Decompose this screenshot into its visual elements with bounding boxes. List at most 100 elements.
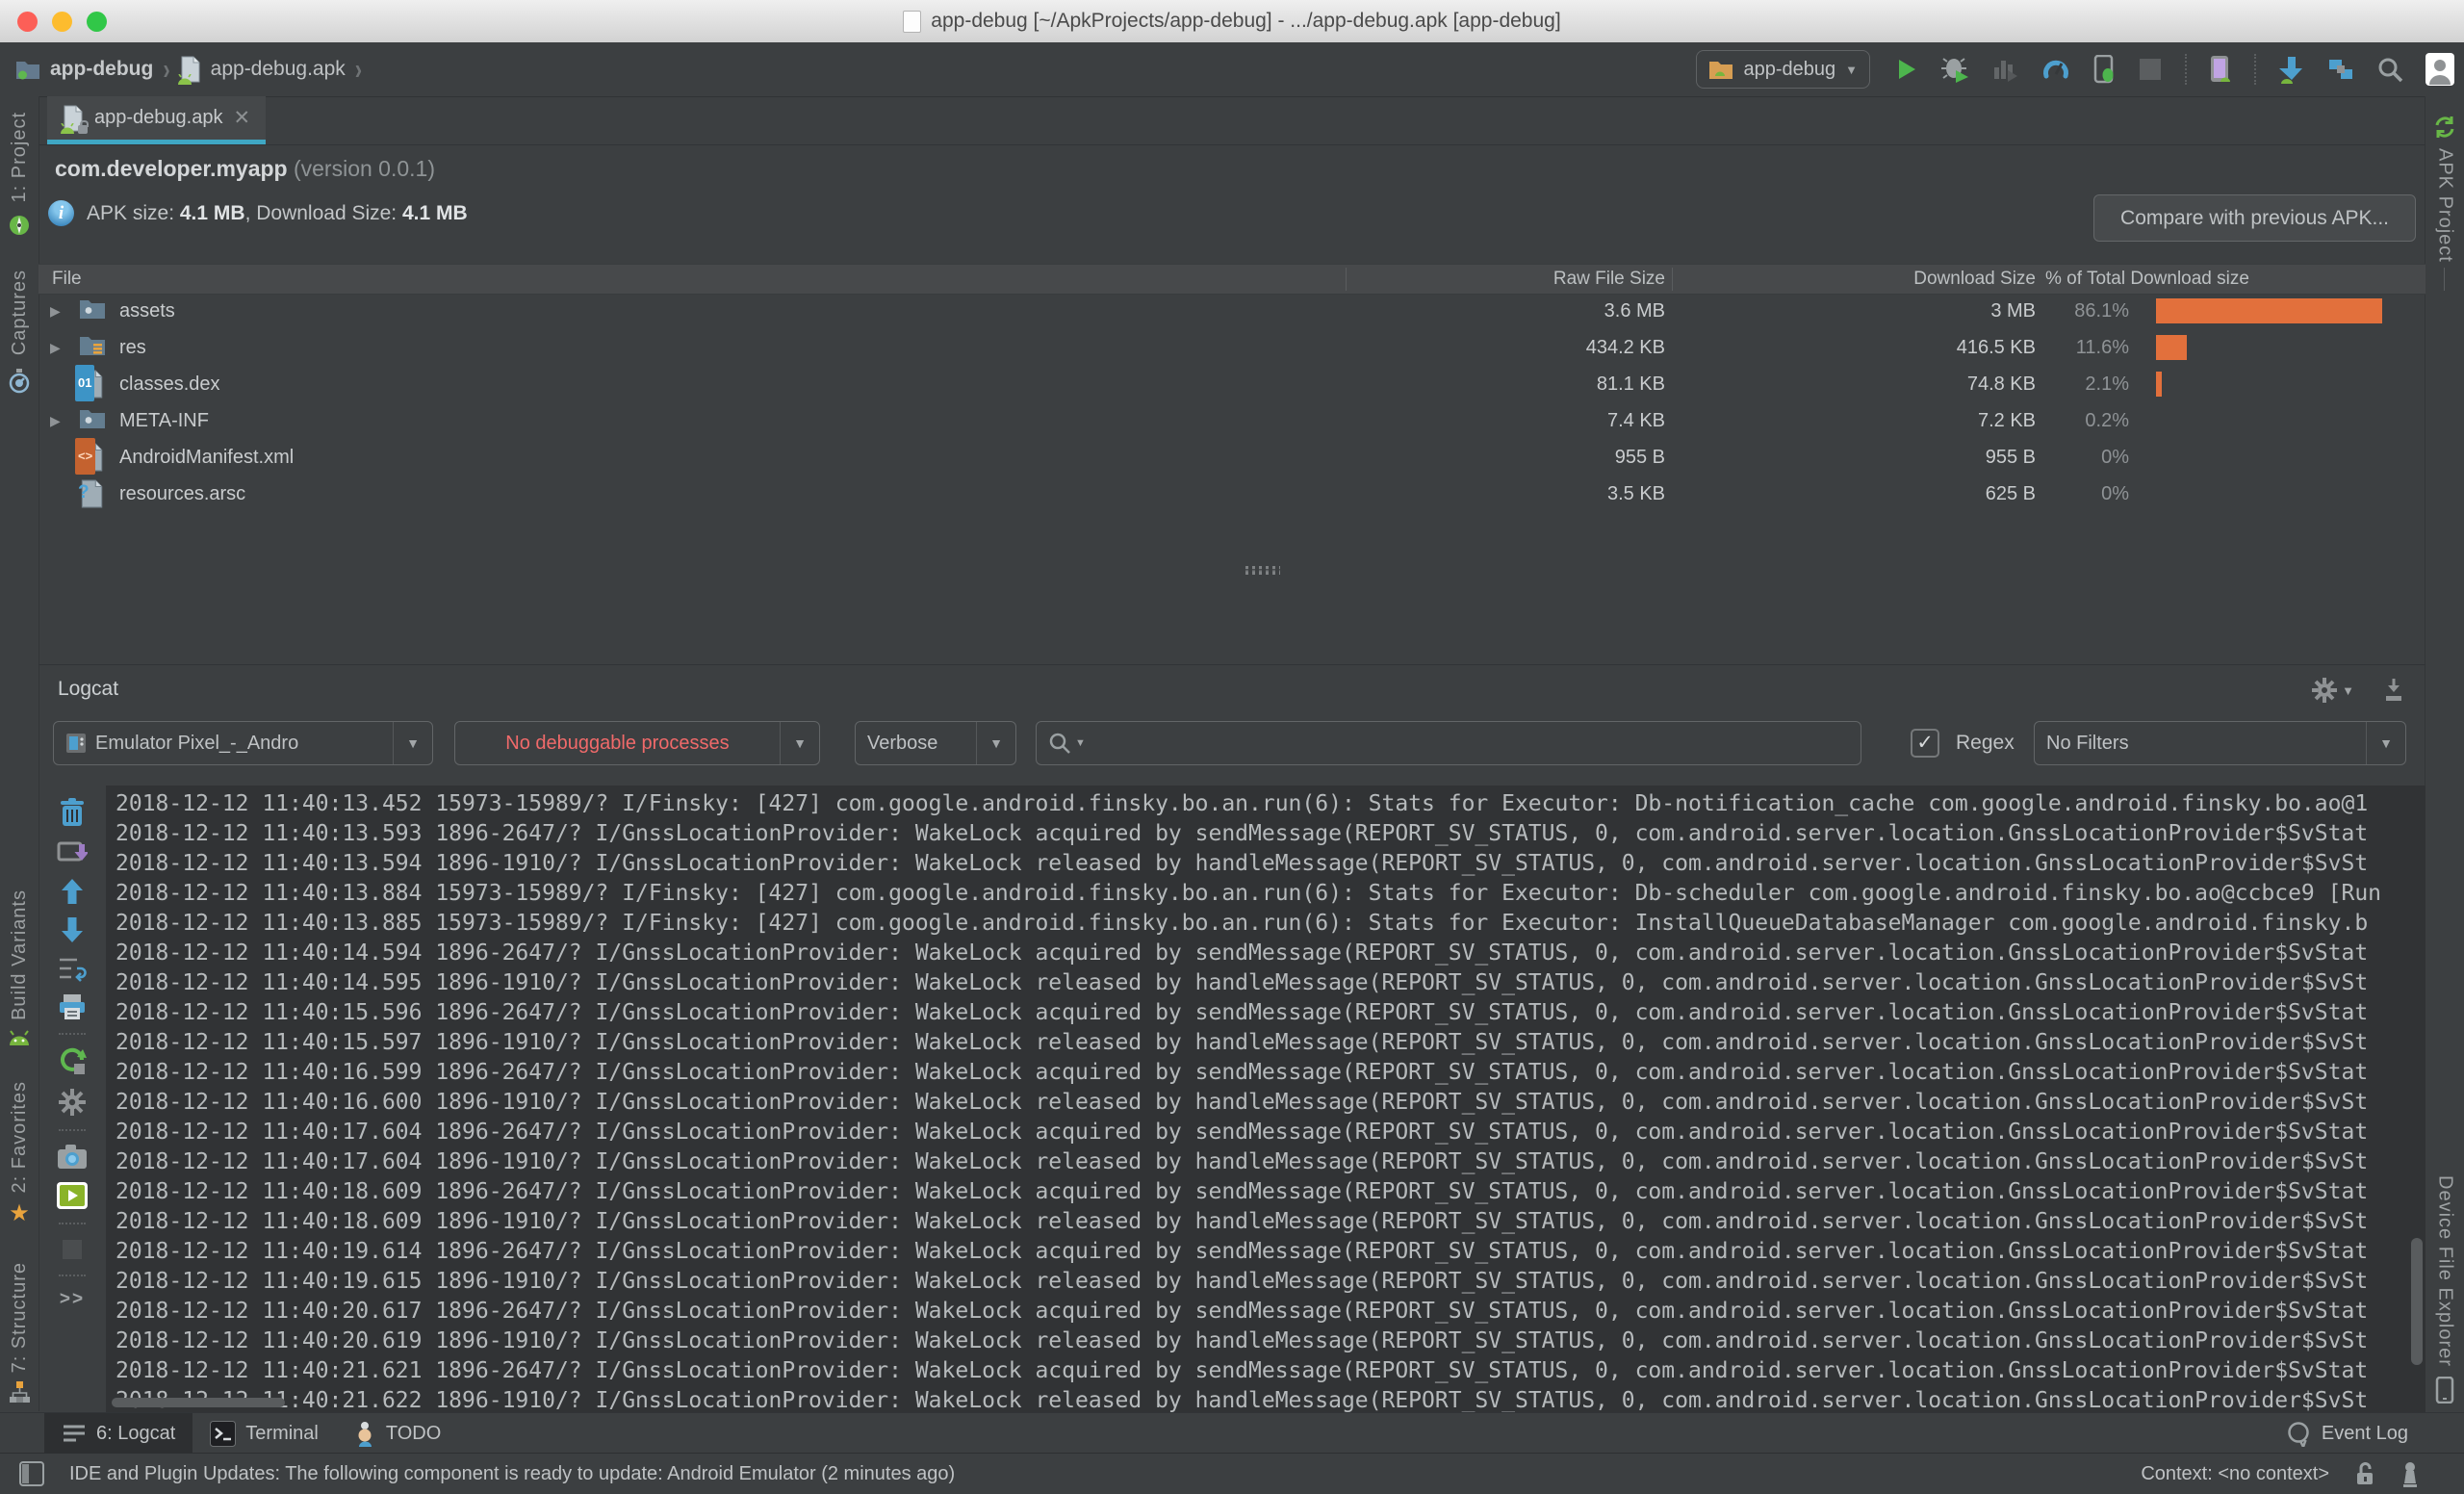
inspections-profile-icon[interactable] bbox=[2400, 1461, 2420, 1487]
table-row[interactable]: 01classes.dex81.1 KB74.8 KB2.1% bbox=[38, 366, 2426, 402]
expand-arrow-icon[interactable]: ▶ bbox=[50, 402, 61, 439]
profile-button[interactable] bbox=[1992, 54, 2019, 85]
stop-disabled-button[interactable] bbox=[60, 1237, 85, 1262]
log-line: 2018-12-12 11:40:15.597 1896-1910/? I/Gn… bbox=[116, 1028, 2426, 1058]
context-indicator[interactable]: Context: <no context> bbox=[2141, 1463, 2329, 1485]
breadcrumb-file[interactable]: app-debug.apk bbox=[211, 58, 346, 81]
apk-file-icon bbox=[180, 56, 201, 83]
android-profiler-button[interactable] bbox=[2041, 54, 2070, 85]
screenshot-button[interactable] bbox=[57, 1144, 88, 1170]
raw-file-size: 3.6 MB bbox=[1604, 293, 1665, 329]
column-raw-file-size[interactable]: Raw File Size bbox=[1553, 265, 1665, 294]
android-studio-window: app-debug [~/ApkProjects/app-debug] - ..… bbox=[0, 0, 2464, 1494]
download-size: 74.8 KB bbox=[1967, 366, 2036, 402]
percent-bar bbox=[2156, 372, 2162, 397]
process-select-value: No debuggable processes bbox=[505, 733, 729, 755]
percent-bar bbox=[2156, 298, 2382, 323]
column-divider[interactable] bbox=[1346, 268, 1347, 291]
logcat-icon bbox=[62, 1424, 87, 1443]
toggle-tool-windows-icon[interactable] bbox=[19, 1461, 44, 1486]
soft-wraps-button[interactable] bbox=[58, 955, 87, 982]
table-row[interactable]: ?resources.arsc3.5 KB625 B0% bbox=[38, 476, 2426, 512]
file-name: assets bbox=[119, 293, 175, 329]
vertical-scrollbar-thumb[interactable] bbox=[2411, 1238, 2423, 1365]
file-name: classes.dex bbox=[119, 366, 220, 402]
clear-logcat-button[interactable] bbox=[58, 797, 87, 828]
column-file[interactable]: File bbox=[52, 265, 82, 294]
filter-select-value: No Filters bbox=[2046, 733, 2129, 755]
logcat-settings-button[interactable]: ▼ bbox=[2311, 677, 2354, 704]
gutter-separator bbox=[59, 1033, 86, 1035]
tool-button-structure[interactable]: 7: Structure bbox=[9, 1262, 31, 1373]
breadcrumb-project[interactable]: app-debug bbox=[50, 58, 153, 81]
event-log-button[interactable]: Event Log bbox=[2287, 1421, 2408, 1447]
tool-button-apk-project[interactable]: APK Project bbox=[2434, 148, 2456, 263]
table-row[interactable]: ▶res434.2 KB416.5 KB11.6% bbox=[38, 329, 2426, 366]
tool-tab-terminal[interactable]: Terminal bbox=[192, 1413, 336, 1454]
expand-arrow-icon[interactable]: ▶ bbox=[50, 293, 61, 329]
folder-icon bbox=[79, 333, 106, 356]
column-divider[interactable] bbox=[2444, 268, 2445, 291]
stop-button[interactable] bbox=[2138, 54, 2163, 85]
scroll-to-end-button[interactable] bbox=[57, 839, 88, 866]
run-button[interactable] bbox=[1892, 54, 1919, 85]
gear-icon bbox=[2311, 677, 2338, 704]
tool-button-build-variants[interactable]: Build Variants bbox=[9, 889, 31, 1020]
tab-close-icon[interactable]: ✕ bbox=[233, 106, 250, 130]
raw-file-size: 81.1 KB bbox=[1597, 366, 1665, 402]
download-size: 416.5 KB bbox=[1957, 329, 2036, 366]
status-message[interactable]: IDE and Plugin Updates: The following co… bbox=[69, 1463, 955, 1485]
tab-app-debug-apk[interactable]: app-debug.apk ✕ bbox=[47, 96, 266, 144]
breadcrumb-chevron-icon: › bbox=[355, 52, 362, 87]
tool-button-device-file-explorer[interactable]: Device File Explorer bbox=[2434, 1175, 2456, 1367]
screen-record-button[interactable] bbox=[56, 1181, 89, 1210]
chevron-down-icon: ▼ bbox=[1075, 737, 1086, 749]
compare-apk-button[interactable]: Compare with previous APK... bbox=[2093, 194, 2416, 242]
log-level-select[interactable]: Verbose ▼ bbox=[855, 721, 1016, 765]
print-button[interactable] bbox=[58, 993, 87, 1020]
table-row[interactable]: ▶META-INF7.4 KB7.2 KB0.2% bbox=[38, 402, 2426, 439]
search-everywhere-button[interactable] bbox=[2376, 54, 2403, 85]
regex-label: Regex bbox=[1956, 732, 2015, 755]
column-download-size[interactable]: Download Size bbox=[1913, 265, 2036, 294]
hide-panel-button[interactable] bbox=[2379, 677, 2408, 704]
chevron-down-icon: ▼ bbox=[2342, 683, 2354, 698]
tool-tab-logcat[interactable]: 6: Logcat bbox=[44, 1413, 192, 1454]
process-select[interactable]: No debuggable processes ▼ bbox=[454, 721, 820, 765]
horizontal-scrollbar-thumb[interactable] bbox=[112, 1398, 285, 1407]
settings-gear-button[interactable] bbox=[58, 1088, 87, 1117]
more-actions-button[interactable]: >> bbox=[60, 1289, 85, 1310]
project-structure-button[interactable] bbox=[2327, 54, 2354, 85]
column-percent-of-total[interactable]: % of Total Download size bbox=[2045, 265, 2249, 294]
down-stack-trace-button[interactable] bbox=[60, 916, 85, 943]
user-avatar-icon[interactable] bbox=[2426, 54, 2454, 85]
column-divider[interactable] bbox=[1672, 268, 1673, 291]
filter-select[interactable]: No Filters ▼ bbox=[2034, 721, 2406, 765]
device-select[interactable]: Emulator Pixel_-_Andro ▼ bbox=[53, 721, 433, 765]
log-line: 2018-12-12 11:40:20.617 1896-2647/? I/Gn… bbox=[116, 1297, 2426, 1327]
expand-arrow-icon[interactable]: ▶ bbox=[50, 329, 61, 366]
structure-icon bbox=[8, 1380, 31, 1404]
regex-checkbox[interactable]: ✓ bbox=[1911, 729, 1939, 758]
logcat-search-input[interactable]: ▼ bbox=[1036, 721, 1861, 765]
device-select-value: Emulator Pixel_-_Andro bbox=[95, 733, 298, 755]
tool-button-project[interactable]: 1: Project bbox=[9, 112, 31, 202]
run-configuration-select[interactable]: app-debug ▼ bbox=[1696, 50, 1870, 89]
debug-button[interactable] bbox=[1941, 54, 1970, 85]
table-row[interactable]: ▶assets3.6 MB3 MB86.1% bbox=[38, 293, 2426, 329]
restart-button[interactable] bbox=[58, 1047, 87, 1076]
splitter-handle[interactable] bbox=[1245, 566, 1280, 575]
up-stack-trace-button[interactable] bbox=[60, 878, 85, 905]
table-row[interactable]: <>AndroidManifest.xml955 B955 B0% bbox=[38, 439, 2426, 476]
attach-debugger-button[interactable] bbox=[2092, 54, 2116, 85]
logcat-output[interactable]: 2018-12-12 11:40:13.452 15973-15989/? I/… bbox=[106, 786, 2426, 1412]
log-line: 2018-12-12 11:40:21.622 1896-1910/? I/Gn… bbox=[116, 1386, 2426, 1412]
unlock-icon[interactable] bbox=[2354, 1461, 2375, 1487]
navigation-bar: app-debug › app-debug.apk › app-debug ▼ bbox=[0, 42, 2464, 97]
avd-manager-button[interactable] bbox=[2209, 54, 2232, 85]
sdk-manager-button[interactable] bbox=[2278, 54, 2305, 85]
log-line: 2018-12-12 11:40:15.596 1896-2647/? I/Gn… bbox=[116, 998, 2426, 1028]
tool-tab-todo[interactable]: TODO bbox=[336, 1413, 458, 1454]
tool-button-favorites[interactable]: 2: Favorites bbox=[9, 1081, 31, 1193]
tool-button-captures[interactable]: Captures bbox=[9, 270, 31, 355]
